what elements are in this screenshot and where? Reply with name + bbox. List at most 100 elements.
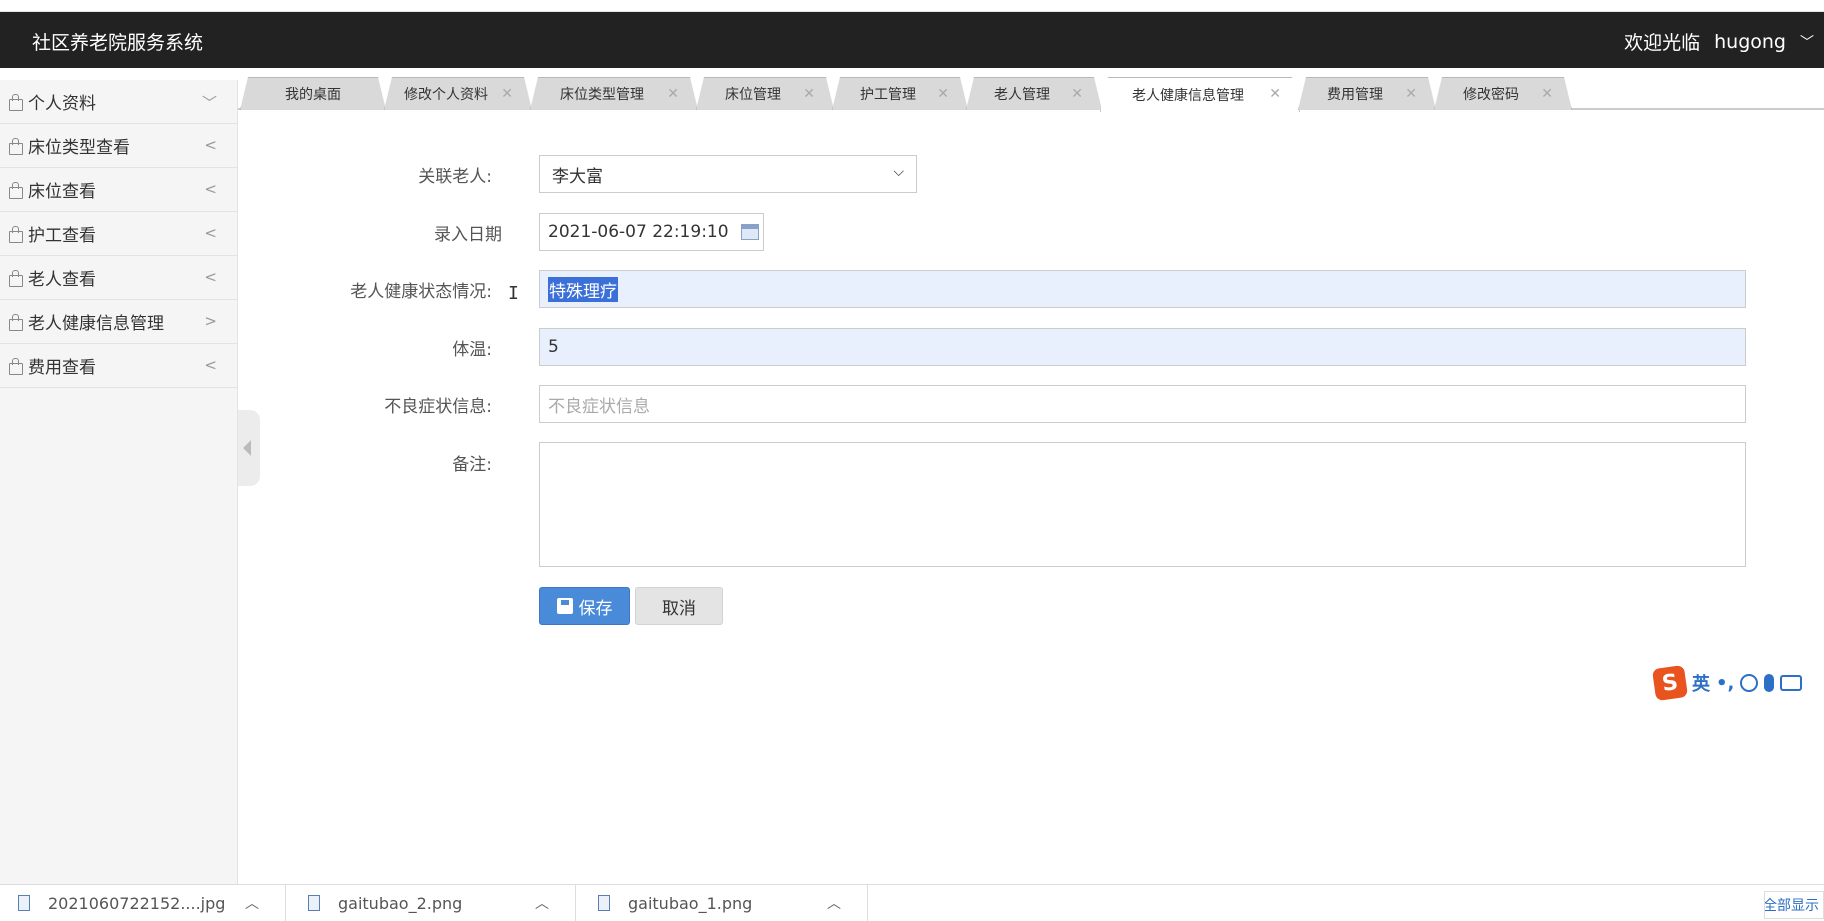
tab-label: 老人管理 [994, 87, 1050, 103]
bag-icon [8, 181, 23, 199]
tab-change-password[interactable]: 修改密码 ✕ [1434, 77, 1572, 110]
sidebar-item-fees[interactable]: 费用查看 < [0, 344, 237, 388]
chevron-left-icon: < [204, 224, 217, 242]
remark-label: 备注: [452, 455, 492, 475]
chevron-up-icon[interactable]: ︿ [535, 893, 549, 913]
download-item[interactable]: gaitubao_1.png ︿ [580, 885, 868, 921]
close-icon[interactable]: ✕ [501, 86, 513, 102]
download-item[interactable]: gaitubao_2.png ︿ [290, 885, 576, 921]
tab-bar: 我的桌面 修改个人资料 ✕ 床位类型管理 ✕ 床位管理 ✕ 护工管理 ✕ 老人管… [238, 76, 1824, 110]
date-field[interactable]: 2021-06-07 22:19:10 [539, 213, 764, 251]
sidebar-item-bed-types[interactable]: 床位类型查看 < [0, 124, 237, 168]
ime-mode[interactable]: 英 [1692, 670, 1710, 696]
tab-label: 老人健康信息管理 [1132, 88, 1244, 104]
chevron-down-icon: ﹀ [1800, 34, 1814, 51]
close-icon[interactable]: ✕ [1071, 86, 1083, 102]
browser-top-strip [0, 0, 1824, 12]
download-item[interactable]: 2021060722152....jpg ︿ [0, 885, 286, 921]
chevron-down-icon: ﹀ [201, 94, 217, 112]
chevron-left-icon: < [204, 356, 217, 374]
user-menu[interactable]: 欢迎光临 hugong ﹀ [1624, 28, 1814, 55]
tab-label: 我的桌面 [285, 87, 341, 103]
ime-toolbar[interactable]: S 英 •, [1651, 664, 1824, 702]
date-label: 录入日期 [434, 225, 502, 245]
tab-label: 床位类型管理 [560, 87, 644, 103]
tab-label: 费用管理 [1327, 87, 1383, 103]
microphone-icon[interactable] [1764, 674, 1775, 692]
app-header: 社区养老院服务系统 欢迎光临 hugong ﹀ [0, 12, 1824, 68]
bag-icon [8, 269, 23, 287]
close-icon[interactable]: ✕ [937, 86, 949, 102]
emoji-icon[interactable] [1740, 674, 1759, 692]
remark-textarea[interactable] [539, 442, 1746, 567]
sidebar-item-label: 护工查看 [28, 226, 96, 246]
tab-edit-profile[interactable]: 修改个人资料 ✕ [384, 77, 532, 110]
bag-icon [8, 93, 23, 111]
bag-icon [8, 225, 23, 243]
symptom-label: 不良症状信息: [384, 397, 492, 417]
chevron-down-icon: ⌵ [893, 164, 904, 180]
username: hugong [1714, 30, 1786, 53]
health-status-input[interactable]: 特殊理疗 [539, 270, 1746, 308]
tab-bed-mgmt[interactable]: 床位管理 ✕ [696, 77, 834, 110]
save-button[interactable]: 保存 [539, 587, 630, 625]
chevron-left-icon: < [204, 180, 217, 198]
date-field-value: 2021-06-07 22:19:10 [548, 222, 729, 242]
save-button-label: 保存 [578, 598, 613, 619]
keyboard-icon[interactable] [1780, 675, 1803, 691]
tab-desktop[interactable]: 我的桌面 [240, 77, 386, 110]
close-icon[interactable]: ✕ [803, 86, 815, 102]
sidebar-item-profile[interactable]: 个人资料 ﹀ [0, 80, 237, 124]
bag-icon [8, 313, 23, 331]
chevron-left-icon: < [204, 268, 217, 286]
elder-select[interactable]: 李大富 ⌵ [539, 155, 917, 193]
chevron-left-icon: < [204, 136, 217, 154]
temperature-input[interactable]: 5 [539, 328, 1746, 366]
tab-caregiver-mgmt[interactable]: 护工管理 ✕ [832, 77, 968, 110]
chevron-up-icon[interactable]: ︿ [245, 893, 259, 913]
close-icon[interactable]: ✕ [667, 86, 679, 102]
close-icon[interactable]: ✕ [1541, 86, 1553, 102]
health-status-value: 特殊理疗 [548, 276, 618, 302]
file-icon [598, 895, 610, 911]
temperature-value: 5 [548, 337, 559, 357]
sidebar-item-label: 老人查看 [28, 270, 96, 290]
cancel-button-label: 取消 [662, 598, 696, 619]
downloads-bar: 2021060722152....jpg ︿ gaitubao_2.png ︿ … [0, 884, 1824, 921]
bag-icon [8, 357, 23, 375]
sidebar-item-caregivers[interactable]: 护工查看 < [0, 212, 237, 256]
save-icon [556, 598, 573, 614]
calendar-icon[interactable] [741, 224, 759, 240]
sidebar-item-label: 床位查看 [28, 182, 96, 202]
elder-label: 关联老人: [418, 167, 492, 187]
close-icon[interactable]: ✕ [1405, 86, 1417, 102]
symptom-input[interactable]: 不良症状信息 [539, 385, 1746, 423]
download-filename: gaitubao_1.png [628, 893, 753, 913]
elder-select-value: 李大富 [552, 166, 603, 187]
download-filename: gaitubao_2.png [338, 893, 463, 913]
chevron-up-icon[interactable]: ︿ [827, 893, 841, 913]
sidebar-item-elders[interactable]: 老人查看 < [0, 256, 237, 300]
sidebar-item-label: 老人健康信息管理 [28, 314, 164, 334]
sidebar-item-label: 床位类型查看 [28, 138, 130, 158]
welcome-label: 欢迎光临 [1624, 32, 1701, 54]
sidebar-item-health-info[interactable]: 老人健康信息管理 > [0, 300, 237, 344]
text-cursor-icon: I [508, 283, 519, 304]
bag-icon [8, 137, 23, 155]
symptom-placeholder: 不良症状信息 [548, 396, 650, 417]
app-title: 社区养老院服务系统 [32, 32, 204, 54]
sidebar-item-label: 个人资料 [28, 94, 96, 114]
show-all-downloads-button[interactable]: 全部显示 [1764, 891, 1824, 919]
close-icon[interactable]: ✕ [1269, 86, 1281, 102]
tab-label: 修改个人资料 [404, 87, 488, 103]
tab-elder-mgmt[interactable]: 老人管理 ✕ [966, 77, 1102, 110]
cancel-button[interactable]: 取消 [635, 587, 723, 625]
tab-bed-type-mgmt[interactable]: 床位类型管理 ✕ [530, 77, 698, 110]
temp-label: 体温: [452, 340, 492, 360]
tab-label: 护工管理 [860, 87, 916, 103]
sidebar-item-beds[interactable]: 床位查看 < [0, 168, 237, 212]
tab-health-info-mgmt[interactable]: 老人健康信息管理 ✕ [1100, 77, 1300, 112]
ime-punctuation[interactable]: •, [1716, 673, 1734, 694]
health-label: 老人健康状态情况: [350, 282, 492, 302]
tab-fee-mgmt[interactable]: 费用管理 ✕ [1298, 77, 1436, 110]
